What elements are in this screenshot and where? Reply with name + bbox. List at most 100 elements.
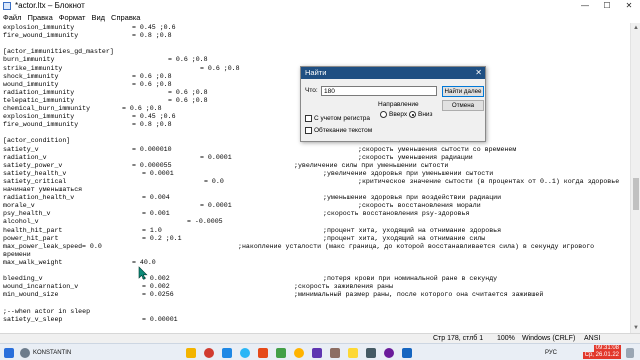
clock[interactable]: 09:31:08 Ср, 26.01.22 [565, 345, 621, 359]
telegram-icon [240, 347, 250, 358]
line-value: = 0.0001 [200, 202, 232, 210]
edge-icon [222, 347, 232, 358]
line-value: = 0.00001 [142, 315, 178, 323]
taskbar-app-8[interactable] [312, 346, 322, 359]
line-key: power_hit_part [3, 234, 59, 242]
text-line: времени [3, 251, 627, 259]
line-key: fire_wound_immunity [3, 121, 79, 129]
line-comment: ;скорость заживления раны [294, 283, 393, 291]
clock-date: Ср, 26.01.22 [582, 352, 621, 359]
taskbar-app-7[interactable] [294, 346, 304, 359]
title-bar: *actor.ltx – Блокнот — ☐ ✕ [0, 0, 640, 12]
taskbar-app-4[interactable] [240, 346, 250, 359]
text-line: radiation_health_v = 0.004 ;уменьшение здо… [3, 194, 627, 202]
line-key: health_hit_part [3, 226, 63, 234]
line-comment: ;увеличение силы при уменьшении сытости [294, 161, 449, 169]
taskbar-app-6[interactable] [276, 346, 286, 359]
text-line: wound_incarnation_v = 0.002 ;скорость зажи… [3, 283, 627, 291]
line-value: = 0.6 ;0.8 [168, 88, 208, 96]
minimize-button[interactable]: — [574, 0, 596, 12]
text-line: satiety_critical = 0.0 ;критическое значен… [3, 178, 627, 186]
line-value: = 0.6 ;0.8 [168, 96, 208, 104]
status-bar: Стр 178, стлб 1 100% Windows (CRLF) ANSI [0, 333, 640, 343]
cancel-button[interactable]: Отмена [442, 100, 484, 111]
text-line: radiation_v = 0.0001 ;скорость уменьшения … [3, 154, 627, 162]
direction-down-radio[interactable] [409, 111, 416, 118]
taskbar-app-3[interactable] [222, 346, 232, 359]
find-close-icon[interactable]: ✕ [475, 67, 482, 79]
taskbar-app-5[interactable] [258, 346, 268, 359]
find-dialog-title: Найти [305, 68, 327, 77]
line-value: = 0.6 ;0.8 [122, 105, 162, 112]
taskbar-app-10[interactable] [348, 346, 358, 359]
taskbar-app-13[interactable] [402, 346, 412, 359]
taskbar-user[interactable]: KONSTANTIN [20, 346, 71, 359]
line-key: shock_immunity [3, 72, 59, 80]
line-value: = 0.45 ;0.6 [132, 24, 176, 31]
text-line: satiety_health_v = 0.0001 ;увеличение здор… [3, 170, 627, 178]
line-key: ;--when actor in sleep [3, 307, 91, 315]
game-icon [330, 347, 340, 358]
menu-edit[interactable]: Правка [24, 12, 55, 23]
text-line: morale_v = 0.0001 ;скорость восстановления… [3, 202, 627, 210]
line-comment: ;скорость восстановления морали [358, 202, 481, 210]
browser-icon [204, 347, 214, 358]
scroll-thumb[interactable] [633, 178, 639, 210]
notifications-button[interactable] [626, 346, 634, 359]
app-icon [384, 347, 394, 358]
line-key: burn_immunity [3, 56, 55, 64]
line-comment: ;скорость восстановления psy-здоровья [323, 210, 470, 218]
find-what-input[interactable] [321, 86, 437, 96]
taskbar-app-11[interactable] [366, 346, 376, 359]
scroll-up-icon[interactable]: ▲ [632, 24, 640, 32]
taskbar-app-12[interactable] [384, 346, 394, 359]
notification-icon [626, 347, 634, 358]
taskbar-app-2[interactable] [204, 346, 214, 359]
line-value: = 0.0256 [142, 291, 174, 299]
text-line: explosion_immunity = 0.45 ;0.6 [3, 24, 627, 32]
line-comment: ;скорость уменьшения радиации [358, 153, 473, 161]
line-comment: ;увеличение здоровья при уменьшении сыто… [323, 169, 494, 177]
close-button[interactable]: ✕ [618, 0, 640, 12]
chrome-icon [294, 347, 304, 358]
line-value: = 0.0 [204, 177, 224, 185]
text-line: ;--when actor in sleep [3, 308, 627, 316]
menu-format[interactable]: Формат [56, 12, 89, 23]
menu-file[interactable]: Файл [0, 12, 24, 23]
clock-time: 09:31:08 [593, 345, 621, 352]
line-value: = 0.002 [142, 283, 170, 291]
line-value: = 0.8 ;0.8 [132, 121, 172, 129]
taskbar-app-9[interactable] [330, 346, 340, 359]
find-next-button[interactable]: Найти далее [442, 86, 484, 97]
match-case-label: С учетом регистра [314, 115, 371, 122]
line-key: explosion_immunity [3, 24, 75, 31]
vertical-scrollbar[interactable]: ▲ ▼ [630, 23, 640, 333]
direction-up-radio[interactable] [380, 111, 387, 118]
line-comment: ;потеря крови при номинальной ране в сек… [323, 275, 498, 283]
taskbar-app-1[interactable] [186, 346, 196, 359]
taskbar-lang[interactable]: РУС [545, 346, 557, 359]
menu-help[interactable]: Справка [108, 12, 143, 23]
match-case-checkbox[interactable] [305, 115, 312, 122]
text-line: power_hit_part = 0.2 ;0.1 ;процент хита, у… [3, 235, 627, 243]
direction-down-label: Вниз [418, 111, 433, 118]
menu-view[interactable]: Вид [88, 12, 108, 23]
line-comment: ;скорость уменьшения сытости со временем [358, 145, 517, 153]
scroll-down-icon[interactable]: ▼ [632, 324, 640, 332]
taskbar-user-name: KONSTANTIN [33, 349, 72, 356]
line-key: explosion_immunity [3, 113, 75, 121]
wrap-around-checkbox[interactable] [305, 127, 312, 134]
start-button[interactable] [4, 346, 14, 359]
line-value: = 0.6 ;0.8 [132, 80, 172, 88]
line-value: = 0.0 [82, 242, 102, 250]
line-key: satiety_power_v [3, 161, 63, 169]
user-icon [20, 347, 30, 358]
line-comment: ;критическое значение сытости (в процент… [358, 177, 620, 185]
text-line: fire_wound_immunity = 0.8 ;0.8 [3, 32, 627, 40]
line-value: = 0.6 ;0.8 [200, 64, 240, 72]
maximize-button[interactable]: ☐ [596, 0, 618, 12]
line-value: = 0.000055 [132, 161, 172, 169]
line-key: satiety_health_v [3, 169, 67, 177]
line-comment: ;накопление усталости (макс граница, до … [238, 242, 595, 250]
app-icon [312, 347, 322, 358]
